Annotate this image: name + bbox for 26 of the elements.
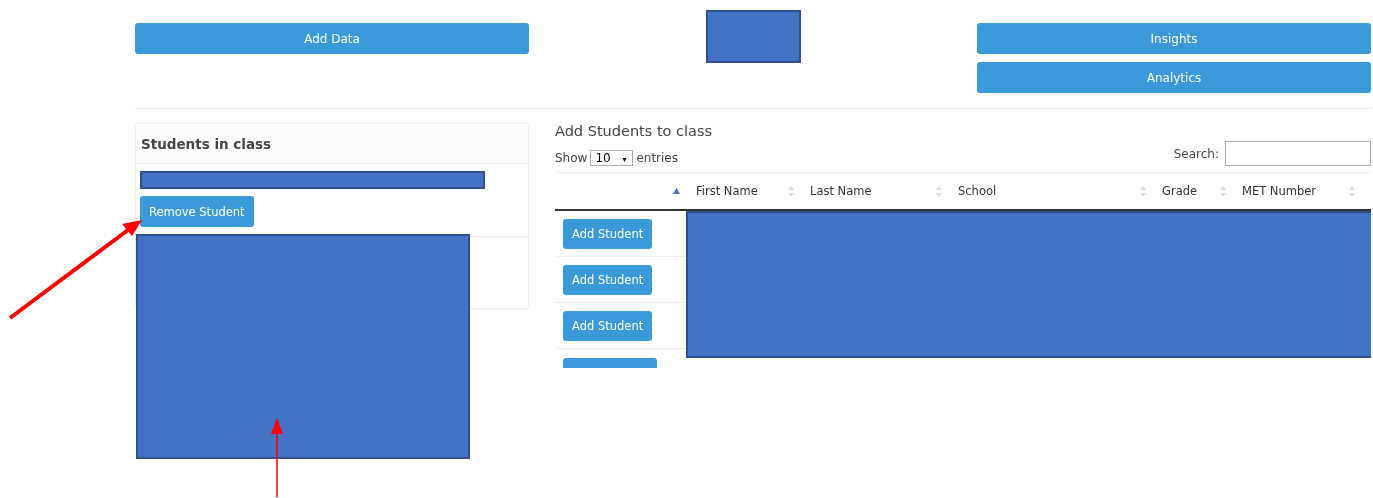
sort-icon[interactable] bbox=[936, 185, 942, 197]
search-field[interactable] bbox=[1225, 141, 1371, 166]
remove-student-button[interactable]: Remove Student bbox=[140, 196, 254, 227]
action-button[interactable]: Add Data bbox=[135, 23, 529, 54]
action-button[interactable]: Analytics bbox=[977, 62, 1371, 93]
sort-icon[interactable] bbox=[1220, 185, 1226, 197]
panel-title: Students in class bbox=[141, 135, 272, 152]
search-label: Search: bbox=[1173, 146, 1219, 161]
add-student-button[interactable]: Add Student bbox=[563, 264, 653, 295]
add-student-button[interactable]: Add Student bbox=[563, 218, 653, 249]
sort-ascending-icon[interactable] bbox=[673, 188, 680, 194]
add-student-button[interactable] bbox=[563, 358, 657, 368]
action-button[interactable]: Insights bbox=[977, 23, 1371, 54]
column-header[interactable]: First Name bbox=[696, 184, 758, 198]
sort-icon[interactable] bbox=[788, 185, 794, 197]
sort-icon[interactable] bbox=[1140, 185, 1146, 197]
show-label: Show bbox=[555, 151, 588, 165]
column-header[interactable]: Last Name bbox=[810, 184, 872, 198]
add-student-button[interactable]: Add Student bbox=[563, 310, 653, 341]
section-title: Add Students to class bbox=[555, 123, 714, 139]
page-size-select[interactable]: 10 ▾ bbox=[590, 150, 634, 166]
column-header[interactable]: Grade bbox=[1162, 184, 1198, 198]
sort-icon[interactable] bbox=[1349, 185, 1355, 197]
column-header[interactable]: School bbox=[958, 184, 997, 198]
column-header[interactable]: MET Number bbox=[1242, 184, 1317, 198]
entries-label: entries bbox=[636, 151, 678, 165]
